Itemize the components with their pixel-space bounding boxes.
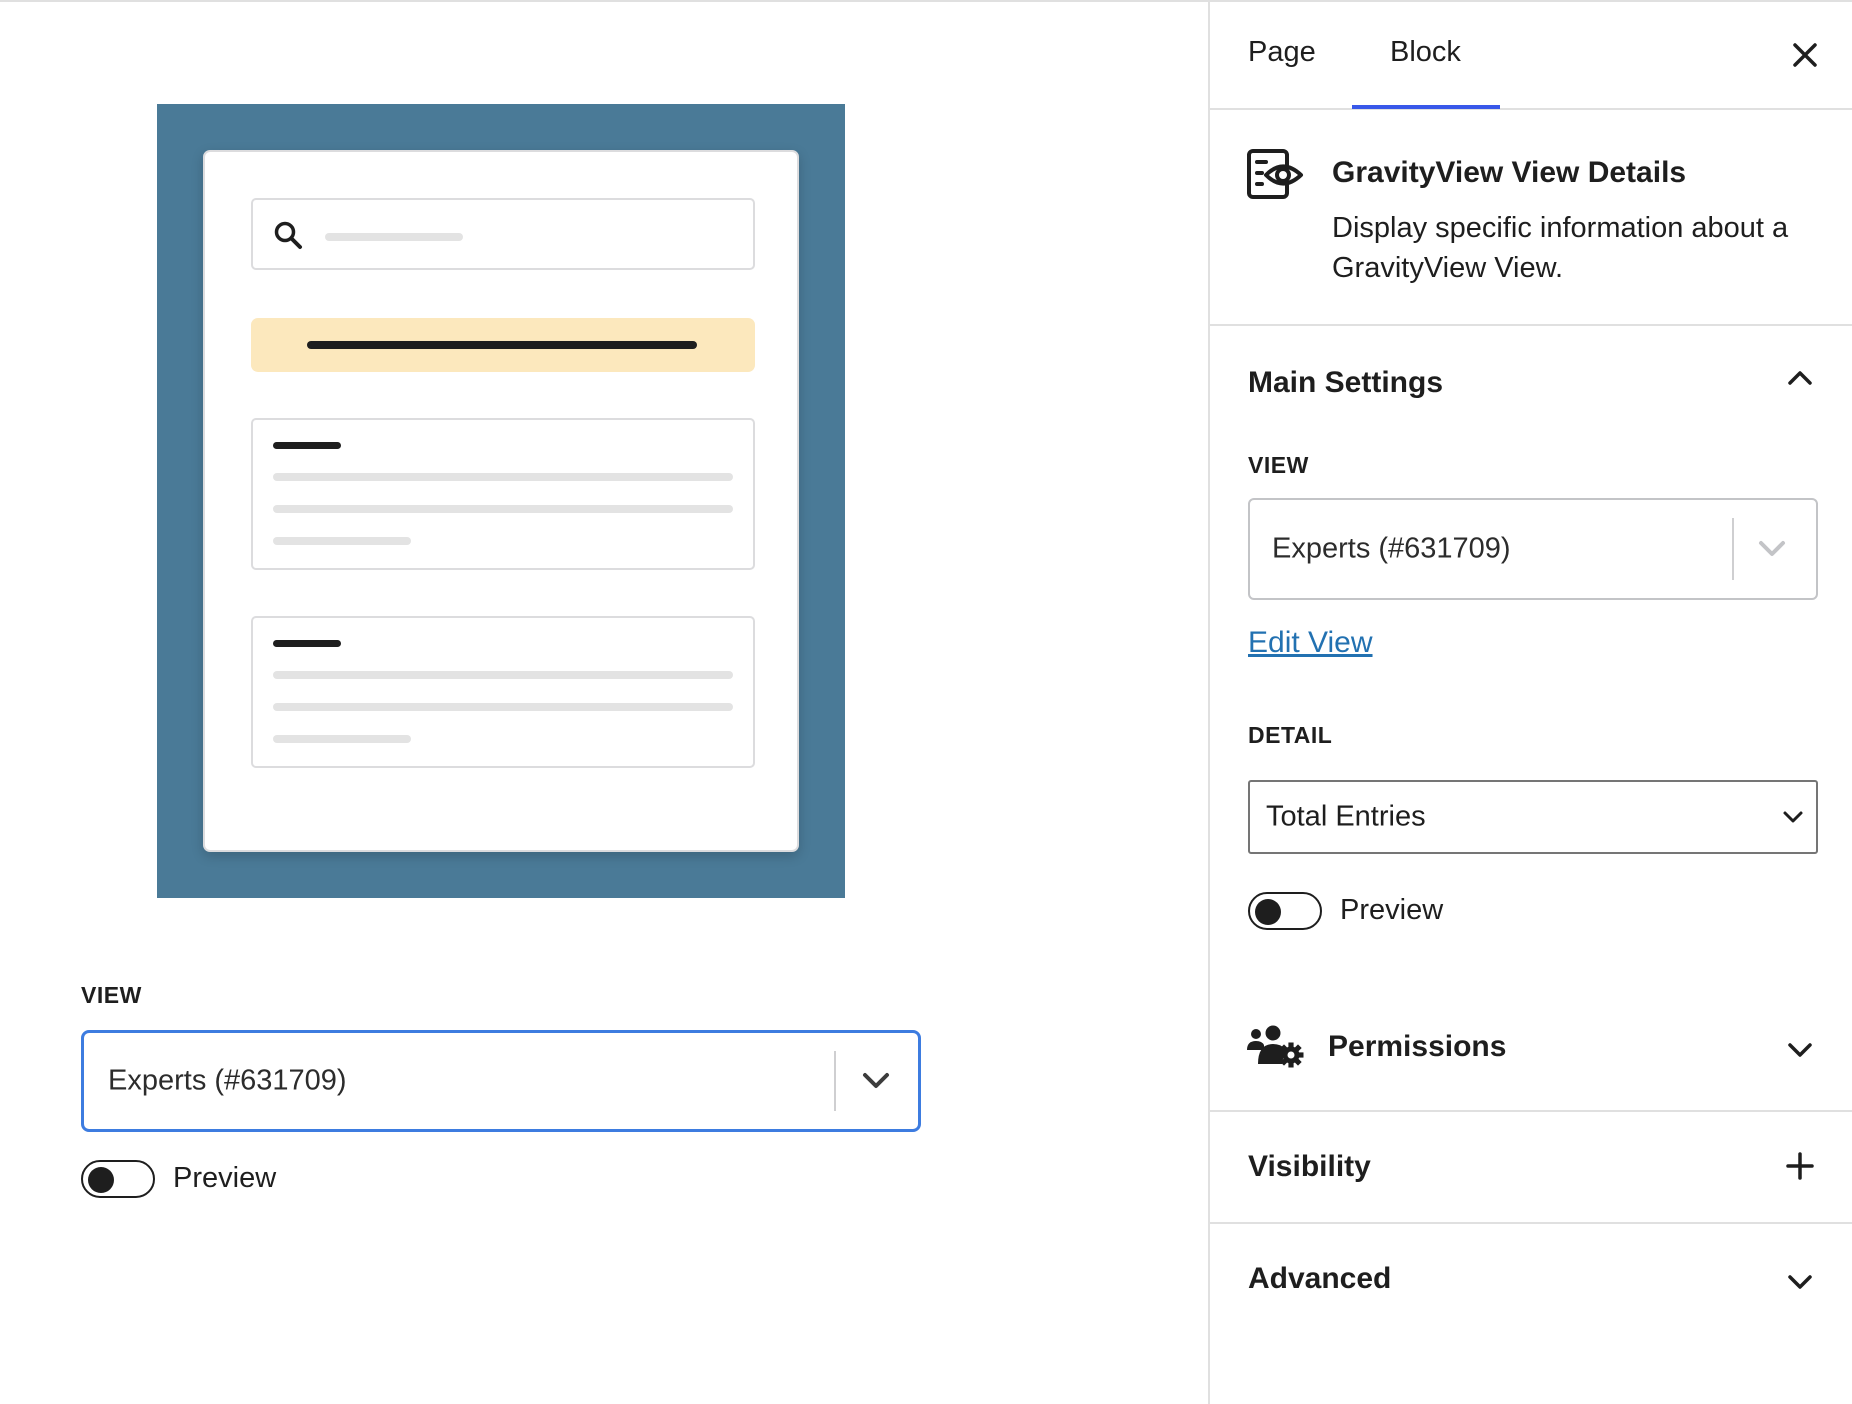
illustration-banner-line: [307, 341, 697, 349]
plus-icon[interactable]: [1784, 1150, 1816, 1182]
active-tab-indicator: [1352, 105, 1500, 109]
illustration-entry: [251, 418, 755, 570]
toggle-knob: [88, 1167, 114, 1193]
illustration-entry-line: [273, 703, 733, 711]
illustration-entry-line: [273, 735, 411, 743]
canvas-view-select[interactable]: Experts (#631709): [81, 1030, 921, 1132]
main-settings-title[interactable]: Main Settings: [1248, 366, 1443, 400]
illustration-search-box: [251, 198, 755, 270]
canvas-preview-toggle[interactable]: [81, 1160, 155, 1198]
users-gear-icon: [1247, 1025, 1304, 1068]
sidebar-preview-label: Preview: [1340, 894, 1444, 926]
block-title: GravityView View Details: [1332, 156, 1687, 189]
select-divider: [1732, 518, 1734, 580]
illustration-card: [203, 150, 799, 852]
illustration-entry-line: [273, 671, 733, 679]
tab-page[interactable]: Page: [1248, 36, 1316, 69]
editor-canvas: VIEW Experts (#631709) Preview: [0, 2, 1208, 1404]
sidebar-preview-toggle[interactable]: [1248, 892, 1322, 930]
view-select-value: Experts (#631709): [1272, 532, 1511, 565]
detail-field-label: DETAIL: [1248, 722, 1333, 748]
illustration-placeholder-line: [325, 233, 463, 241]
chevron-up-icon[interactable]: [1784, 362, 1816, 394]
settings-sidebar: Page Block GravityView View Details Disp…: [1208, 2, 1852, 1404]
advanced-title[interactable]: Advanced: [1248, 1262, 1391, 1296]
permissions-title[interactable]: Permissions: [1328, 1030, 1506, 1064]
illustration-entry: [251, 616, 755, 768]
chevron-down-icon[interactable]: [1784, 1034, 1816, 1066]
tab-block[interactable]: Block: [1390, 36, 1461, 69]
edit-view-link[interactable]: Edit View: [1248, 626, 1373, 660]
toggle-knob: [1255, 899, 1281, 925]
section-divider: [1210, 1110, 1852, 1112]
chevron-down-icon[interactable]: [1784, 1266, 1816, 1298]
illustration-banner: [251, 318, 755, 372]
illustration-entry-title: [273, 442, 341, 449]
search-icon: [274, 221, 302, 249]
illustration-entry-line: [273, 505, 733, 513]
canvas-view-label: VIEW: [81, 982, 142, 1008]
view-select[interactable]: Experts (#631709): [1248, 498, 1818, 600]
select-divider: [834, 1051, 836, 1111]
block-card: GravityView View Details Display specifi…: [1210, 110, 1852, 326]
illustration-entry-title: [273, 640, 341, 647]
illustration-entry-line: [273, 537, 411, 545]
close-icon[interactable]: [1788, 38, 1822, 72]
canvas-view-select-value: Experts (#631709): [108, 1064, 347, 1097]
section-divider: [1210, 1222, 1852, 1224]
view-field-label: VIEW: [1248, 452, 1309, 478]
chevron-down-icon[interactable]: [1758, 540, 1786, 558]
illustration-entry-line: [273, 473, 733, 481]
visibility-title[interactable]: Visibility: [1248, 1150, 1371, 1184]
canvas-preview-label: Preview: [173, 1162, 277, 1194]
gravityview-view-details-icon: [1247, 149, 1303, 199]
chevron-down-icon[interactable]: [862, 1072, 890, 1090]
chevron-down-icon: [1783, 811, 1803, 823]
detail-select-value: Total Entries: [1266, 800, 1426, 833]
sidebar-tabs: Page Block: [1210, 2, 1852, 110]
detail-select[interactable]: Total Entries: [1248, 780, 1818, 854]
block-description: Display specific information about a Gra…: [1332, 212, 1789, 284]
block-preview-illustration: [157, 104, 845, 898]
